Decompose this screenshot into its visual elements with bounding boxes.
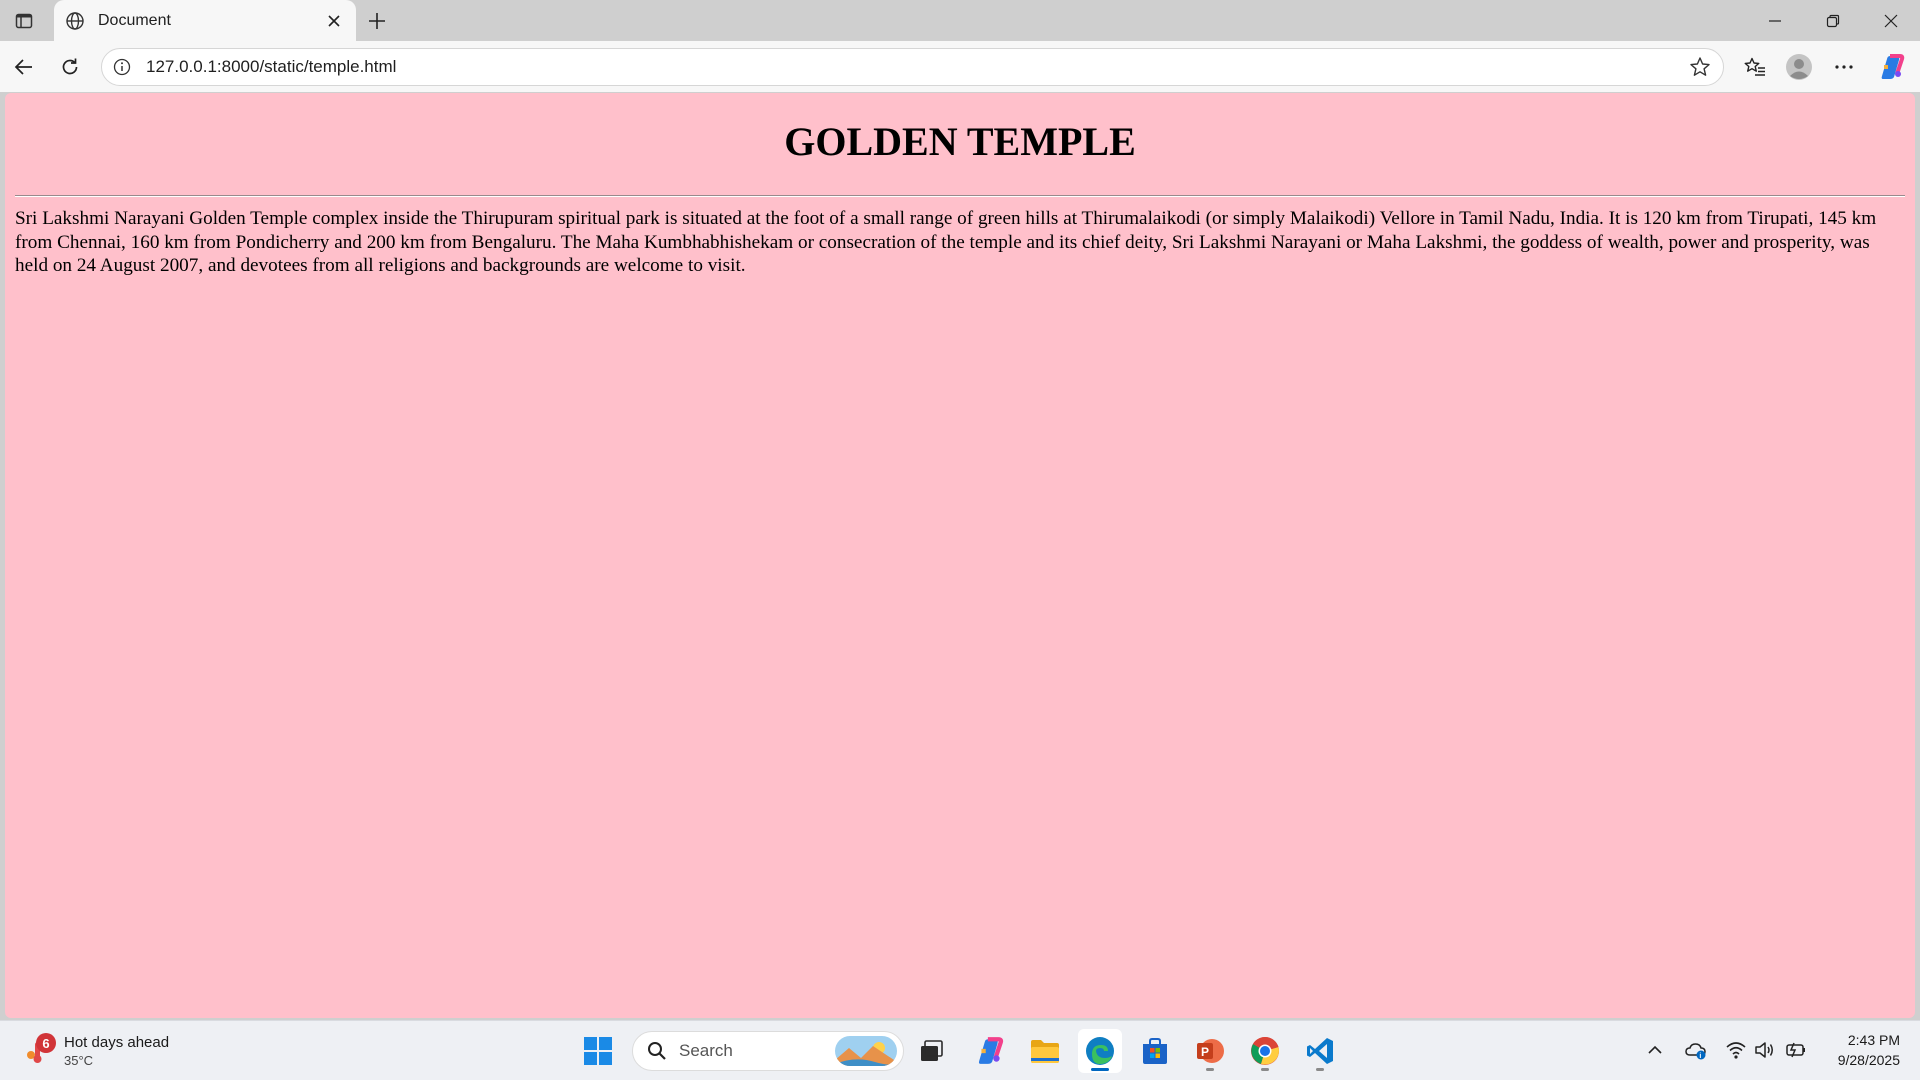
url-text[interactable]: 127.0.0.1:8000/static/temple.html <box>146 57 1683 77</box>
tab-actions-button[interactable] <box>8 6 40 36</box>
weather-title: Hot days ahead <box>64 1034 170 1051</box>
running-app-indicator <box>1316 1068 1324 1071</box>
favorites-list-icon <box>1744 57 1765 76</box>
more-dots-icon <box>1835 65 1853 69</box>
refresh-icon <box>62 58 78 75</box>
new-tab-button[interactable] <box>362 6 392 36</box>
start-button[interactable] <box>576 1029 620 1073</box>
close-icon <box>1884 14 1898 27</box>
powerpoint-button[interactable]: P <box>1188 1029 1232 1073</box>
avatar-icon <box>1786 54 1812 80</box>
restore-icon <box>1826 14 1840 27</box>
site-info-icon[interactable] <box>110 55 134 79</box>
browser-tab[interactable]: Document <box>54 0 356 41</box>
search-label: Search <box>679 1041 733 1060</box>
onedrive-tray-button[interactable]: i <box>1683 1037 1709 1063</box>
globe-icon <box>64 10 86 32</box>
copilot-app-button[interactable] <box>968 1029 1012 1073</box>
folder-icon <box>1031 1040 1059 1063</box>
speaker-icon <box>1755 1042 1773 1058</box>
clock[interactable]: 2:43 PM 9/28/2025 <box>1810 1030 1900 1070</box>
wifi-icon <box>1726 1042 1746 1059</box>
vscode-icon <box>1307 1038 1333 1064</box>
more-options-button[interactable] <box>1826 49 1862 85</box>
edge-icon <box>1086 1037 1114 1065</box>
chrome-button[interactable] <box>1243 1029 1287 1073</box>
weather-widget[interactable]: 6 Hot days ahead 35°C <box>22 1030 202 1072</box>
chrome-icon <box>1251 1037 1279 1065</box>
address-bar[interactable]: 127.0.0.1:8000/static/temple.html <box>101 48 1724 86</box>
page-viewport: GOLDEN TEMPLE Sri Lakshmi Narayani Golde… <box>5 93 1915 1018</box>
running-app-indicator <box>1261 1068 1269 1071</box>
svg-text:i: i <box>1699 1053 1701 1060</box>
volume-button[interactable] <box>1751 1037 1777 1063</box>
favorite-star-icon[interactable] <box>1683 50 1717 84</box>
running-app-indicator <box>1206 1068 1214 1071</box>
copilot-icon <box>978 1037 1004 1064</box>
minimize-button[interactable] <box>1746 0 1804 41</box>
powerpoint-icon: P <box>1197 1039 1224 1063</box>
back-button[interactable] <box>6 49 42 85</box>
thermometer-icon: 6 <box>22 1033 58 1069</box>
svg-text:P: P <box>1201 1045 1209 1059</box>
edge-browser-button[interactable] <box>1078 1029 1122 1073</box>
network-button[interactable] <box>1723 1037 1749 1063</box>
copilot-button[interactable] <box>1874 49 1910 85</box>
tab-title: Document <box>98 11 171 29</box>
task-view-icon <box>921 1040 943 1061</box>
clock-time: 2:43 PM <box>1847 1032 1900 1048</box>
page-paragraph: Sri Lakshmi Narayani Golden Temple compl… <box>15 208 1877 276</box>
plus-icon <box>369 13 385 29</box>
windows-logo-icon <box>584 1037 612 1065</box>
task-view-button[interactable] <box>910 1029 954 1073</box>
sidebar-icon <box>15 13 33 29</box>
microsoft-store-button[interactable] <box>1133 1029 1177 1073</box>
taskbar: 6 Hot days ahead 35°C Search P i 2:43 PM… <box>0 1020 1920 1080</box>
clock-date: 9/28/2025 <box>1837 1052 1900 1068</box>
restore-button[interactable] <box>1804 0 1862 41</box>
search-highlight-image <box>835 1036 897 1066</box>
close-tab-icon[interactable] <box>320 7 348 35</box>
battery-charging-icon <box>1786 1042 1805 1058</box>
minimize-icon <box>1769 19 1781 22</box>
back-arrow-icon <box>14 59 32 75</box>
chevron-up-icon <box>1648 1045 1662 1054</box>
copilot-icon <box>1881 54 1905 79</box>
cloud-sync-icon: i <box>1685 1043 1706 1060</box>
refresh-button[interactable] <box>52 49 88 85</box>
show-hidden-icons-button[interactable] <box>1642 1037 1668 1063</box>
horizontal-rule <box>15 195 1905 197</box>
battery-button[interactable] <box>1782 1037 1808 1063</box>
vscode-button[interactable] <box>1298 1029 1342 1073</box>
search-icon <box>645 1039 669 1063</box>
browser-toolbar: 127.0.0.1:8000/static/temple.html <box>0 41 1920 92</box>
favorites-button[interactable] <box>1737 49 1773 85</box>
file-explorer-button[interactable] <box>1023 1029 1067 1073</box>
weather-badge: 6 <box>36 1033 56 1053</box>
active-app-indicator <box>1091 1068 1109 1071</box>
weather-temperature: 35°C <box>64 1053 94 1068</box>
page-heading: GOLDEN TEMPLE <box>784 119 1136 164</box>
close-window-button[interactable] <box>1862 0 1920 41</box>
store-icon <box>1143 1038 1167 1064</box>
taskbar-search[interactable]: Search <box>632 1031 904 1071</box>
tab-strip: Document <box>0 0 1920 41</box>
profile-button[interactable] <box>1781 49 1817 85</box>
